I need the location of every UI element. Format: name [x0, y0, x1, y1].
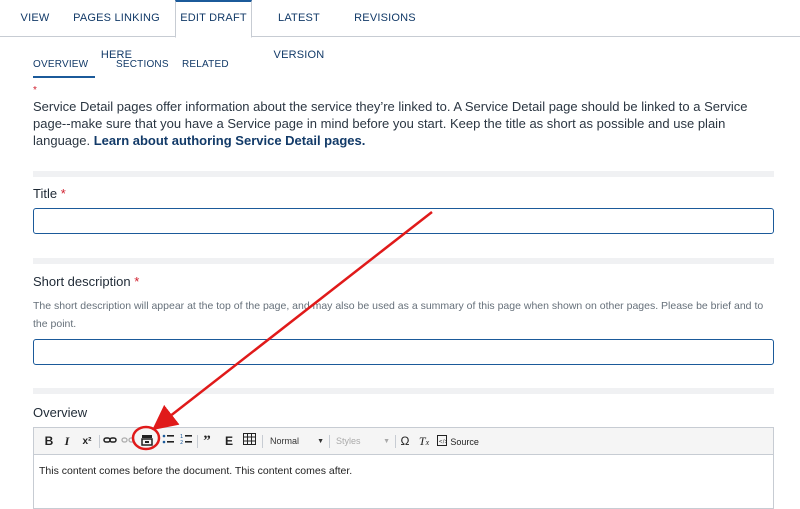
section-divider — [33, 171, 774, 177]
editor-content[interactable]: This content comes before the document. … — [39, 465, 352, 477]
source-button-label: Source — [450, 437, 479, 447]
blockquote-button[interactable]: ” — [200, 433, 214, 450]
toolbar-separator — [262, 435, 263, 448]
styles-dropdown-value: Styles — [336, 436, 361, 446]
numbered-list-icon[interactable]: 12 — [179, 433, 193, 450]
subtab-overview[interactable]: OVERVIEW * — [33, 52, 95, 96]
format-dropdown[interactable]: Normal ▼ — [270, 433, 326, 450]
overview-editor: B I x² 12 ” E Normal ▼ Styles ▼ Ω Tx </>… — [33, 427, 774, 509]
link-icon[interactable] — [102, 433, 118, 450]
short-description-input[interactable] — [33, 339, 774, 365]
title-label-text: Title — [33, 186, 58, 201]
subtab-sections[interactable]: SECTIONS — [116, 52, 169, 78]
short-description-label: Short description * — [33, 274, 139, 289]
media-embed-icon[interactable] — [139, 433, 155, 450]
chevron-down-icon: ▼ — [317, 438, 324, 445]
tab-revisions[interactable]: REVISIONS — [350, 0, 420, 37]
section-divider — [33, 258, 774, 264]
subtab-overview-label: OVERVIEW — [33, 59, 89, 70]
remove-format-button[interactable]: Tx — [417, 433, 431, 450]
title-input[interactable] — [33, 208, 774, 234]
svg-text:2: 2 — [180, 440, 183, 445]
authoring-guide-link[interactable]: Learn about authoring Service Detail pag… — [94, 133, 366, 148]
required-marker: * — [33, 85, 38, 96]
toolbar-separator — [197, 435, 198, 448]
title-label: Title * — [33, 186, 66, 201]
overview-label: Overview — [33, 405, 88, 420]
svg-text:</>: </> — [439, 439, 448, 445]
special-character-button[interactable]: Ω — [398, 433, 412, 450]
table-icon[interactable] — [241, 433, 257, 450]
bulleted-list-icon[interactable] — [161, 433, 175, 450]
toolbar-separator — [395, 435, 396, 448]
required-marker: * — [134, 274, 140, 289]
editor-toolbar: B I x² 12 ” E Normal ▼ Styles ▼ Ω Tx </>… — [34, 428, 773, 455]
short-description-label-text: Short description — [33, 274, 131, 289]
tab-pages-linking-here[interactable]: PAGES LINKING HERE — [58, 0, 175, 61]
tab-view[interactable]: VIEW — [12, 0, 58, 37]
intro-text: Service Detail pages offer information a… — [33, 98, 773, 149]
toolbar-separator — [99, 435, 100, 448]
chevron-down-icon: ▼ — [383, 438, 390, 445]
subtab-related[interactable]: RELATED — [182, 52, 229, 78]
unlink-icon[interactable] — [120, 433, 136, 450]
bold-button[interactable]: B — [42, 433, 56, 450]
italic-button[interactable]: I — [60, 433, 74, 450]
section-divider — [33, 388, 774, 394]
toolbar-separator — [329, 435, 330, 448]
superscript-button[interactable]: x² — [78, 433, 96, 450]
tab-latest-version[interactable]: LATEST VERSION — [252, 0, 346, 61]
required-marker: * — [60, 186, 66, 201]
format-dropdown-value: Normal — [270, 436, 300, 446]
primary-tabs: VIEW PAGES LINKING HERE EDIT DRAFT LATES… — [0, 0, 800, 61]
short-description-help: The short description will appear at the… — [33, 300, 764, 330]
tab-edit-draft[interactable]: EDIT DRAFT — [175, 0, 252, 38]
source-button[interactable]: </> Source — [437, 433, 483, 450]
embed-button[interactable]: E — [222, 433, 236, 450]
styles-dropdown[interactable]: Styles ▼ — [336, 433, 392, 450]
